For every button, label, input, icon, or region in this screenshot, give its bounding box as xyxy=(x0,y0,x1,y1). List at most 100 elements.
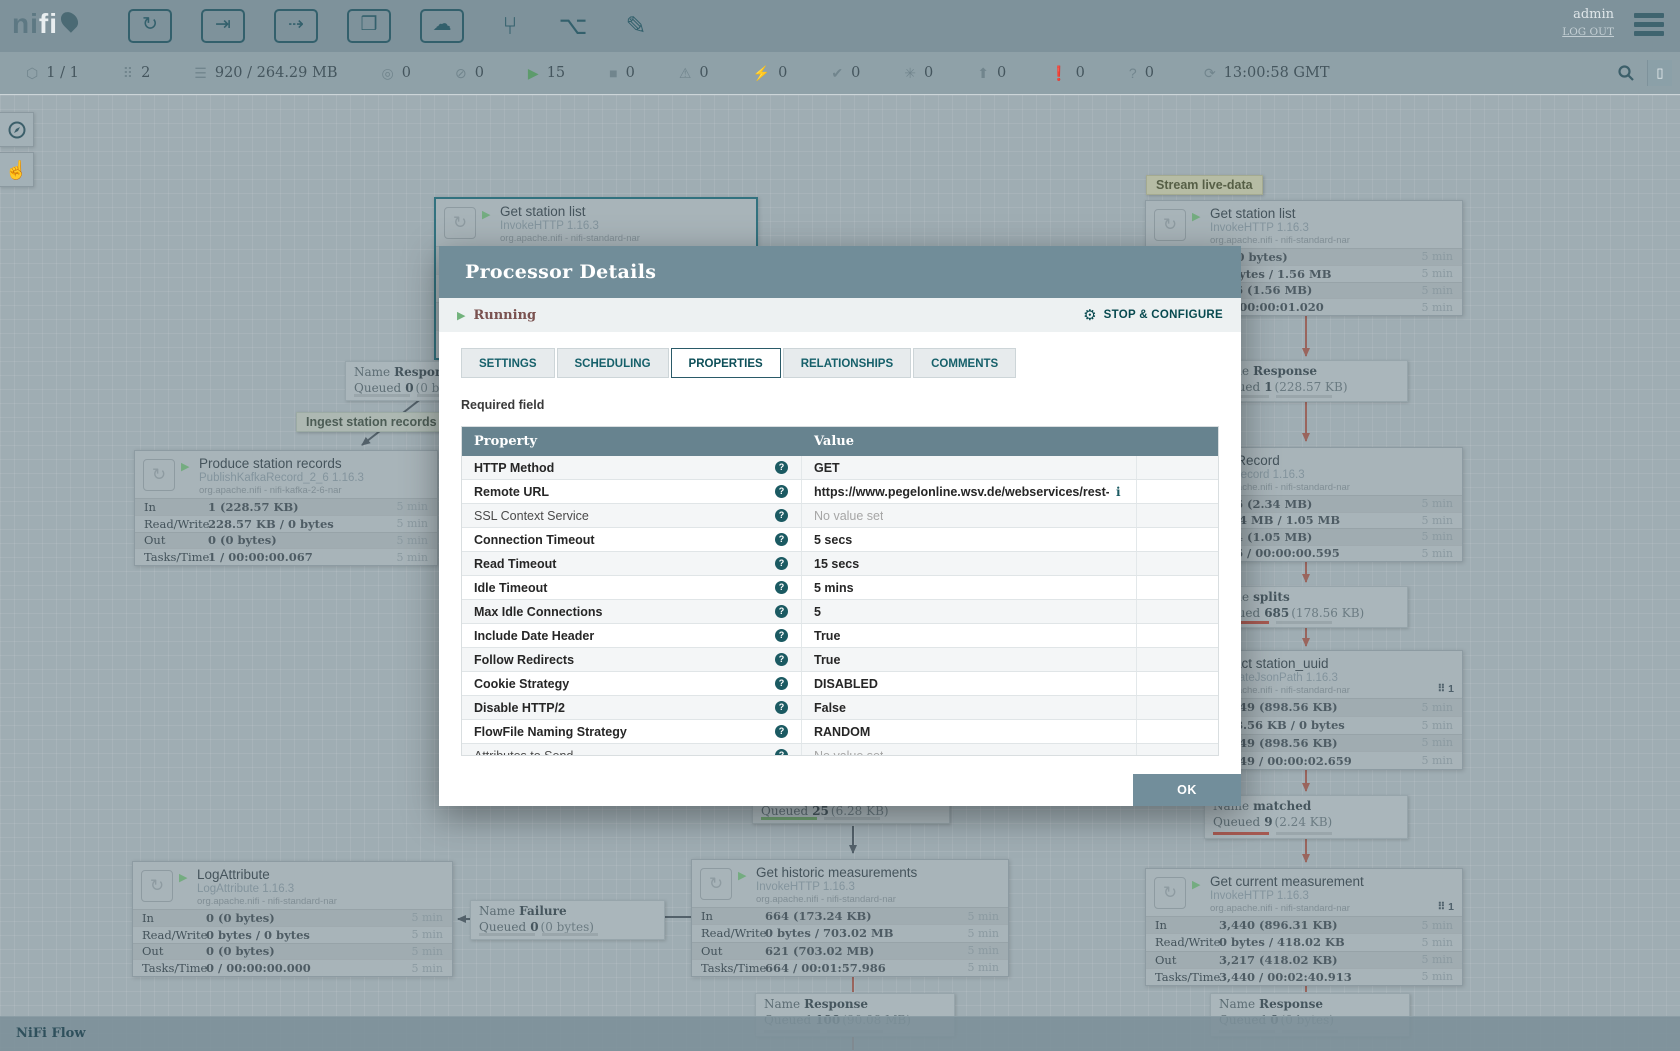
status-item: ❗ 0 xyxy=(1050,65,1085,82)
status-item-value: 0 xyxy=(778,65,787,81)
processor-bundle: org.apache.nifi - nifi-standard-nar xyxy=(1210,903,1350,914)
property-name: Connection Timeout xyxy=(474,533,775,547)
stop-and-configure-button[interactable]: ⚙ STOP & CONFIGURE xyxy=(1083,306,1223,324)
queued-size: (2.24 KB) xyxy=(1275,815,1333,829)
status-item-icon: ▶ xyxy=(528,65,539,82)
relationship-name: matched xyxy=(1253,799,1311,813)
status-item-icon: ✔ xyxy=(831,65,843,82)
canvas-label[interactable]: Ingest station records xyxy=(296,412,447,432)
property-value: No value set xyxy=(814,509,883,523)
app-header: nifi ↻⇥⇢❒☁⑂⌥✎ admin LOG OUT xyxy=(0,0,1680,52)
search-icon[interactable] xyxy=(1617,64,1635,82)
refresh-icon[interactable]: ⟳ xyxy=(1204,65,1216,82)
help-icon: ? xyxy=(775,509,788,522)
relationship-name: splits xyxy=(1253,590,1290,604)
running-indicator-icon: ▶ xyxy=(738,869,746,882)
property-row: HTTP Method ? GET xyxy=(462,456,1218,480)
processor[interactable]: ↻ ▶ Get historic measurements InvokeHTTP… xyxy=(691,859,1009,977)
connection-label[interactable]: NameFailure Queued0(0 bytes) xyxy=(470,900,665,940)
property-name: FlowFile Naming Strategy xyxy=(474,725,775,739)
status-item-value: 15 xyxy=(547,65,565,81)
status-item-icon: ⬆ xyxy=(977,65,989,82)
nifi-drop-icon xyxy=(57,9,81,33)
status-item-icon: ⊘ xyxy=(455,65,467,82)
processor-name: LogAttribute xyxy=(197,867,270,882)
properties-table-body: HTTP Method ? GET Remote URL ? https://w… xyxy=(462,456,1218,755)
status-item-icon: ■ xyxy=(609,65,617,81)
logout-link[interactable]: LOG OUT xyxy=(1562,26,1614,38)
operate-palette-button[interactable]: ☝ xyxy=(0,152,34,187)
dialog-tab[interactable]: PROPERTIES xyxy=(671,348,781,378)
processor-name: Get current measurement xyxy=(1210,874,1364,889)
property-row: FlowFile Naming Strategy ? RANDOM xyxy=(462,720,1218,744)
value-column-header: Value xyxy=(802,434,1218,449)
property-name: Read Timeout xyxy=(474,557,775,571)
property-value: https://www.pegelonline.wsv.de/webservic… xyxy=(814,485,1109,499)
status-item-value: 0 xyxy=(1145,65,1154,81)
navigate-compass-icon xyxy=(7,120,27,140)
property-row: Follow Redirects ? True xyxy=(462,648,1218,672)
processor-type-icon: ↻ xyxy=(1154,209,1186,241)
status-bar: ⬡ 1 / 1 ⠿ 2 ☰ 920 / 264.29 MB ◎ 0 ⊘ 0 ▶ … xyxy=(0,52,1680,95)
running-status-label: Running xyxy=(473,308,536,323)
queued-count: 685 xyxy=(1264,606,1289,620)
gear-icon: ⚙ xyxy=(1083,306,1096,324)
global-menu-icon[interactable] xyxy=(1634,13,1664,40)
ok-button[interactable]: OK xyxy=(1133,774,1241,806)
status-item-value: 1 / 1 xyxy=(46,65,79,81)
help-icon: ? xyxy=(775,533,788,546)
status-item-icon: ◎ xyxy=(382,65,394,82)
running-indicator-icon: ▶ xyxy=(181,460,189,473)
cluster-badge: ⠿ 1 xyxy=(1438,683,1454,695)
queued-size: (178.56 KB) xyxy=(1291,606,1364,620)
dialog-tab[interactable]: SCHEDULING xyxy=(557,348,669,378)
property-name: Idle Timeout xyxy=(474,581,775,595)
status-item-value: 920 / 264.29 MB xyxy=(215,65,338,81)
breadcrumb[interactable]: NiFi Flow xyxy=(16,1017,1680,1051)
navigate-palette-button[interactable] xyxy=(0,112,34,147)
property-name: Disable HTTP/2 xyxy=(474,701,775,715)
processor-type-icon: ↻ xyxy=(141,870,173,902)
status-item-icon: ⚠ xyxy=(679,65,692,82)
running-indicator-icon: ▶ xyxy=(179,871,187,884)
running-indicator-icon: ▶ xyxy=(482,208,490,221)
property-value: No value set xyxy=(814,749,883,756)
required-field-label: Required field xyxy=(461,398,1241,414)
help-icon: ? xyxy=(775,605,788,618)
property-row: Disable HTTP/2 ? False xyxy=(462,696,1218,720)
status-item-icon: ⠿ xyxy=(123,65,133,82)
property-value: RANDOM xyxy=(814,725,870,739)
select-hand-icon: ☝ xyxy=(5,161,27,179)
processor-bundle: org.apache.nifi - nifi-standard-nar xyxy=(500,233,640,244)
status-item: ▶ 15 xyxy=(528,65,565,82)
canvas-label[interactable]: Stream live-data xyxy=(1146,175,1263,195)
dialog-tab[interactable]: COMMENTS xyxy=(913,348,1016,378)
dialog-tabs: SETTINGSSCHEDULINGPROPERTIESRELATIONSHIP… xyxy=(461,348,1241,378)
bulletin-panel-icon[interactable]: ▯ xyxy=(1647,60,1672,86)
property-row: Max Idle Connections ? 5 xyxy=(462,600,1218,624)
property-value: 5 secs xyxy=(814,533,852,547)
property-value: 15 secs xyxy=(814,557,859,571)
help-icon: ? xyxy=(775,653,788,666)
processor[interactable]: ↻ ▶ LogAttribute LogAttribute 1.16.3 org… xyxy=(132,861,453,977)
property-name: Include Date Header xyxy=(474,629,775,643)
processor[interactable]: ↻ ▶ Produce station records PublishKafka… xyxy=(134,450,438,566)
status-item: ⬡ 1 / 1 xyxy=(26,65,79,82)
running-status-icon: ▶ xyxy=(457,309,465,322)
current-user: admin xyxy=(1562,7,1614,22)
dialog-tab[interactable]: RELATIONSHIPS xyxy=(783,348,911,378)
status-item-value: 0 xyxy=(626,65,635,81)
status-item-icon: ? xyxy=(1129,65,1137,81)
property-value: DISABLED xyxy=(814,677,878,691)
cluster-badge: ⠿ 1 xyxy=(1438,901,1454,913)
status-item-value: 0 xyxy=(699,65,708,81)
queued-size: (6.28 KB) xyxy=(831,804,889,818)
status-item-icon: ❗ xyxy=(1050,65,1067,82)
status-item-icon: ☰ xyxy=(194,65,207,82)
queue-percent-bars xyxy=(761,817,880,820)
property-row: Attributes to Send ? No value set xyxy=(462,744,1218,755)
status-item-value: 0 xyxy=(924,65,933,81)
help-icon: ? xyxy=(775,629,788,642)
dialog-tab[interactable]: SETTINGS xyxy=(461,348,555,378)
processor[interactable]: ↻ ▶ Get current measurement InvokeHTTP 1… xyxy=(1145,868,1463,986)
